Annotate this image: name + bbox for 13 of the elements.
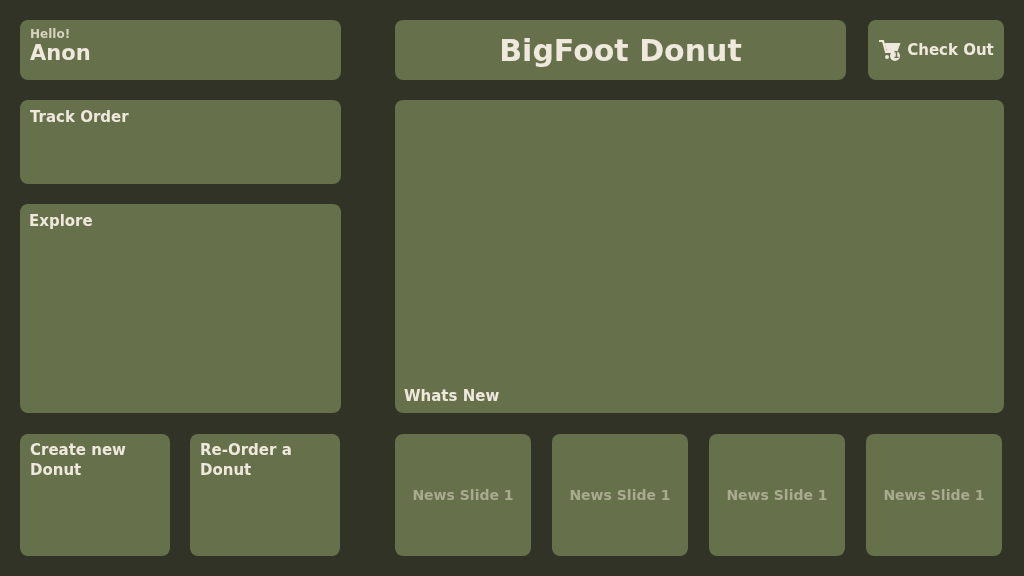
explore-tile[interactable]: Explore [20,204,341,413]
checkout-button[interactable]: 1 Check Out [868,20,1004,80]
news-slide[interactable]: News Slide 1 [709,434,845,556]
action-tile[interactable]: Create new Donut [20,434,170,556]
news-slide[interactable]: News Slide 1 [552,434,688,556]
app-title: BigFoot Donut [395,20,846,80]
news-slide[interactable]: News Slide 1 [395,434,531,556]
track-order-tile[interactable]: Track Order [20,100,341,184]
user-name: Anon [30,41,91,65]
greeting-text: Hello! [30,27,71,41]
action-tile[interactable]: Re-Order a Donut [190,434,340,556]
news-slide[interactable]: News Slide 1 [866,434,1002,556]
panel-label: Whats New [404,385,500,407]
